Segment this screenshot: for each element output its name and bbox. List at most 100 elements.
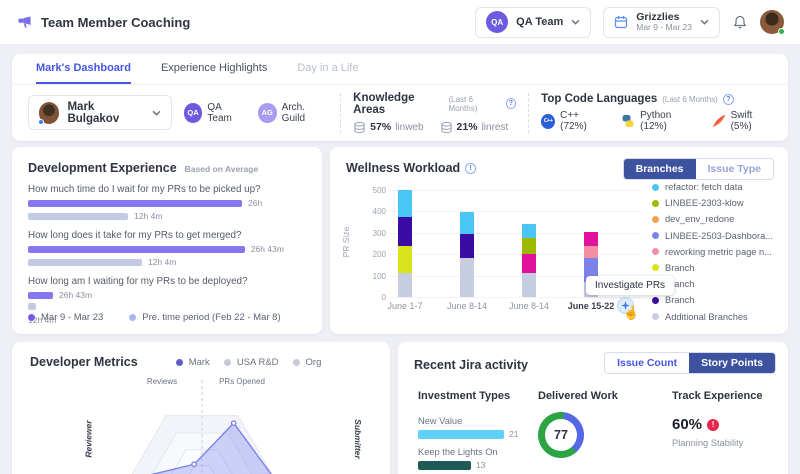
track-experience-header: Track Experience bbox=[672, 390, 763, 402]
bar-segment bbox=[460, 212, 474, 234]
legend-item: Branch bbox=[652, 295, 773, 305]
coaching-megaphone-icon bbox=[16, 15, 33, 30]
jira-activity-title: Recent Jira activity bbox=[414, 358, 528, 372]
language-label: C++ (72%) bbox=[560, 110, 587, 132]
legend-dot bbox=[223, 358, 231, 366]
bar-segment bbox=[398, 245, 412, 274]
investment-value: 21 bbox=[509, 429, 519, 439]
pr-bar-row: 26h 43m bbox=[28, 290, 306, 300]
toggle-issue-count[interactable]: Issue Count bbox=[605, 353, 690, 373]
notifications-bell-icon[interactable] bbox=[732, 14, 748, 30]
hand-cursor-icon: ☝ bbox=[621, 303, 641, 322]
pr-question: How long am I waiting for my PRs to be d… bbox=[28, 276, 248, 287]
developer-metrics-legend: Mark USA R&D Org bbox=[175, 357, 321, 368]
legend-label: reworking metric page n... bbox=[665, 246, 772, 257]
database-icon bbox=[353, 121, 366, 134]
info-icon[interactable]: ! bbox=[465, 162, 477, 174]
x-axis-label: June 8-14 bbox=[508, 301, 550, 311]
divider bbox=[340, 92, 342, 133]
legend-item: dev_env_redone bbox=[652, 214, 773, 224]
toggle-story-points[interactable]: Story Points bbox=[689, 353, 775, 373]
qa-badge: QA bbox=[183, 102, 203, 123]
bar-segment bbox=[584, 232, 598, 246]
legend-label: Pre. time period (Feb 22 - Mar 8) bbox=[142, 312, 281, 323]
toggle-issue-type[interactable]: Issue Type bbox=[695, 159, 773, 179]
person-dropdown[interactable]: Mark Bulgakov bbox=[28, 95, 172, 130]
legend-dot bbox=[652, 264, 659, 272]
legend-dot bbox=[652, 313, 659, 320]
tab-marks-dashboard[interactable]: Mark's Dashboard bbox=[36, 54, 131, 84]
bar-segment bbox=[522, 224, 536, 239]
current-period-bar bbox=[28, 245, 245, 253]
pr-bar-value: 12h 4m bbox=[134, 211, 163, 221]
pr-bar-value: 26h 43m bbox=[59, 290, 93, 300]
based-on-average-note: Based on Average bbox=[184, 164, 259, 174]
pr-question-group: How long does it take for my PRs to get … bbox=[28, 230, 306, 267]
team-dropdown[interactable]: QA QA Team bbox=[475, 6, 592, 38]
x-axis-label: June 1-7 bbox=[387, 301, 423, 311]
legend-label: Branch bbox=[665, 295, 695, 306]
pr-bar-row: 26h 43m bbox=[28, 244, 306, 254]
current-period-bar bbox=[28, 291, 54, 299]
top-languages-title: Top Code Languages bbox=[541, 93, 658, 105]
stacked-bar[interactable] bbox=[522, 224, 536, 297]
legend-item: Org bbox=[292, 357, 321, 368]
wellness-workload-title: Wellness Workload bbox=[346, 161, 461, 175]
legend-label: Additional Branches bbox=[665, 311, 748, 322]
development-experience-legend: Mar 9 - Mar 23 Pre. time period (Feb 22 -… bbox=[28, 312, 281, 323]
legend-label: refactor: fetch data bbox=[665, 182, 743, 192]
person-avatar bbox=[38, 101, 60, 125]
language-label: Swift (5%) bbox=[730, 110, 753, 132]
radar-axis-label: Reviews bbox=[147, 377, 177, 386]
developer-metrics-card: Developer Metrics Mark USA R&D Org Reviews… bbox=[12, 342, 390, 474]
calendar-icon bbox=[614, 15, 628, 29]
investment-value: 13 bbox=[476, 460, 486, 470]
user-avatar[interactable] bbox=[760, 10, 785, 35]
gridline bbox=[390, 190, 642, 191]
help-icon[interactable]: ? bbox=[505, 98, 517, 109]
development-experience-title: Development Experience bbox=[28, 161, 177, 175]
legend-item: Branch bbox=[652, 263, 773, 273]
pr-bar-row: 12h 4m bbox=[28, 257, 306, 267]
verified-dot-icon bbox=[38, 118, 44, 125]
legend-dot bbox=[652, 232, 659, 240]
tab-experience-highlights[interactable]: Experience Highlights bbox=[161, 54, 267, 84]
knowledge-value: 57% bbox=[370, 121, 392, 133]
legend-item: refactor: fetch data bbox=[652, 182, 773, 192]
language-label: Python (12%) bbox=[640, 110, 672, 132]
wellness-view-toggle: Branches Issue Type bbox=[622, 158, 774, 180]
submitter-axis-label: Submitter bbox=[352, 419, 363, 459]
x-axis-label: June 15-22 bbox=[567, 301, 615, 311]
knowledge-areas-title: Knowledge Areas bbox=[353, 91, 415, 116]
radar-axis-label: PRs Opened bbox=[219, 377, 265, 386]
developer-metrics-radar-chart: ReviewsPRs OpenedPR SizeReview Depth bbox=[12, 372, 390, 474]
stacked-bar[interactable] bbox=[460, 212, 474, 297]
qa-badge-label: QA Team bbox=[207, 101, 232, 124]
knowledge-name: linrest bbox=[481, 121, 509, 133]
y-axis-tick: 100 bbox=[372, 271, 386, 281]
top-languages-section: Top Code Languages (Last 6 Months) ? C++… bbox=[541, 93, 772, 132]
legend-item: Pre. time period (Feb 22 - Mar 8) bbox=[129, 312, 281, 323]
toggle-branches[interactable]: Branches bbox=[623, 159, 696, 179]
previous-period-bar bbox=[28, 258, 142, 266]
sprint-dropdown[interactable]: Grizzlies Mar 9 - Mar 23 bbox=[603, 6, 720, 38]
wellness-workload-card: Wellness Workload ! Branches Issue Type … bbox=[330, 147, 788, 334]
profile-badge-qa-team: QA QA Team bbox=[183, 101, 246, 124]
investment-type-label: New Value bbox=[418, 416, 463, 426]
help-icon[interactable]: ? bbox=[722, 93, 734, 105]
pr-bar-row: 26h bbox=[28, 198, 306, 208]
investment-types-header: Investment Types bbox=[418, 390, 511, 402]
legend-dot bbox=[652, 296, 659, 304]
legend-label: dev_env_redone bbox=[665, 214, 735, 225]
legend-dot bbox=[292, 358, 300, 366]
knowledge-name: linweb bbox=[395, 121, 424, 133]
stacked-bar[interactable] bbox=[398, 190, 412, 297]
knowledge-areas-period: (Last 6 Months) bbox=[448, 94, 478, 113]
team-badge: QA bbox=[486, 11, 509, 33]
pr-question: How long does it take for my PRs to get … bbox=[28, 230, 242, 241]
legend-item: LINBEE-2503-Dashbora... bbox=[652, 231, 773, 241]
planning-stability-value: 60% bbox=[672, 416, 703, 433]
legend-label: LINBEE-2303-klow bbox=[665, 198, 744, 209]
pr-question-group: How much time do I wait for my PRs to be… bbox=[28, 184, 306, 221]
tab-day-in-a-life[interactable]: Day in a Life bbox=[297, 54, 358, 84]
